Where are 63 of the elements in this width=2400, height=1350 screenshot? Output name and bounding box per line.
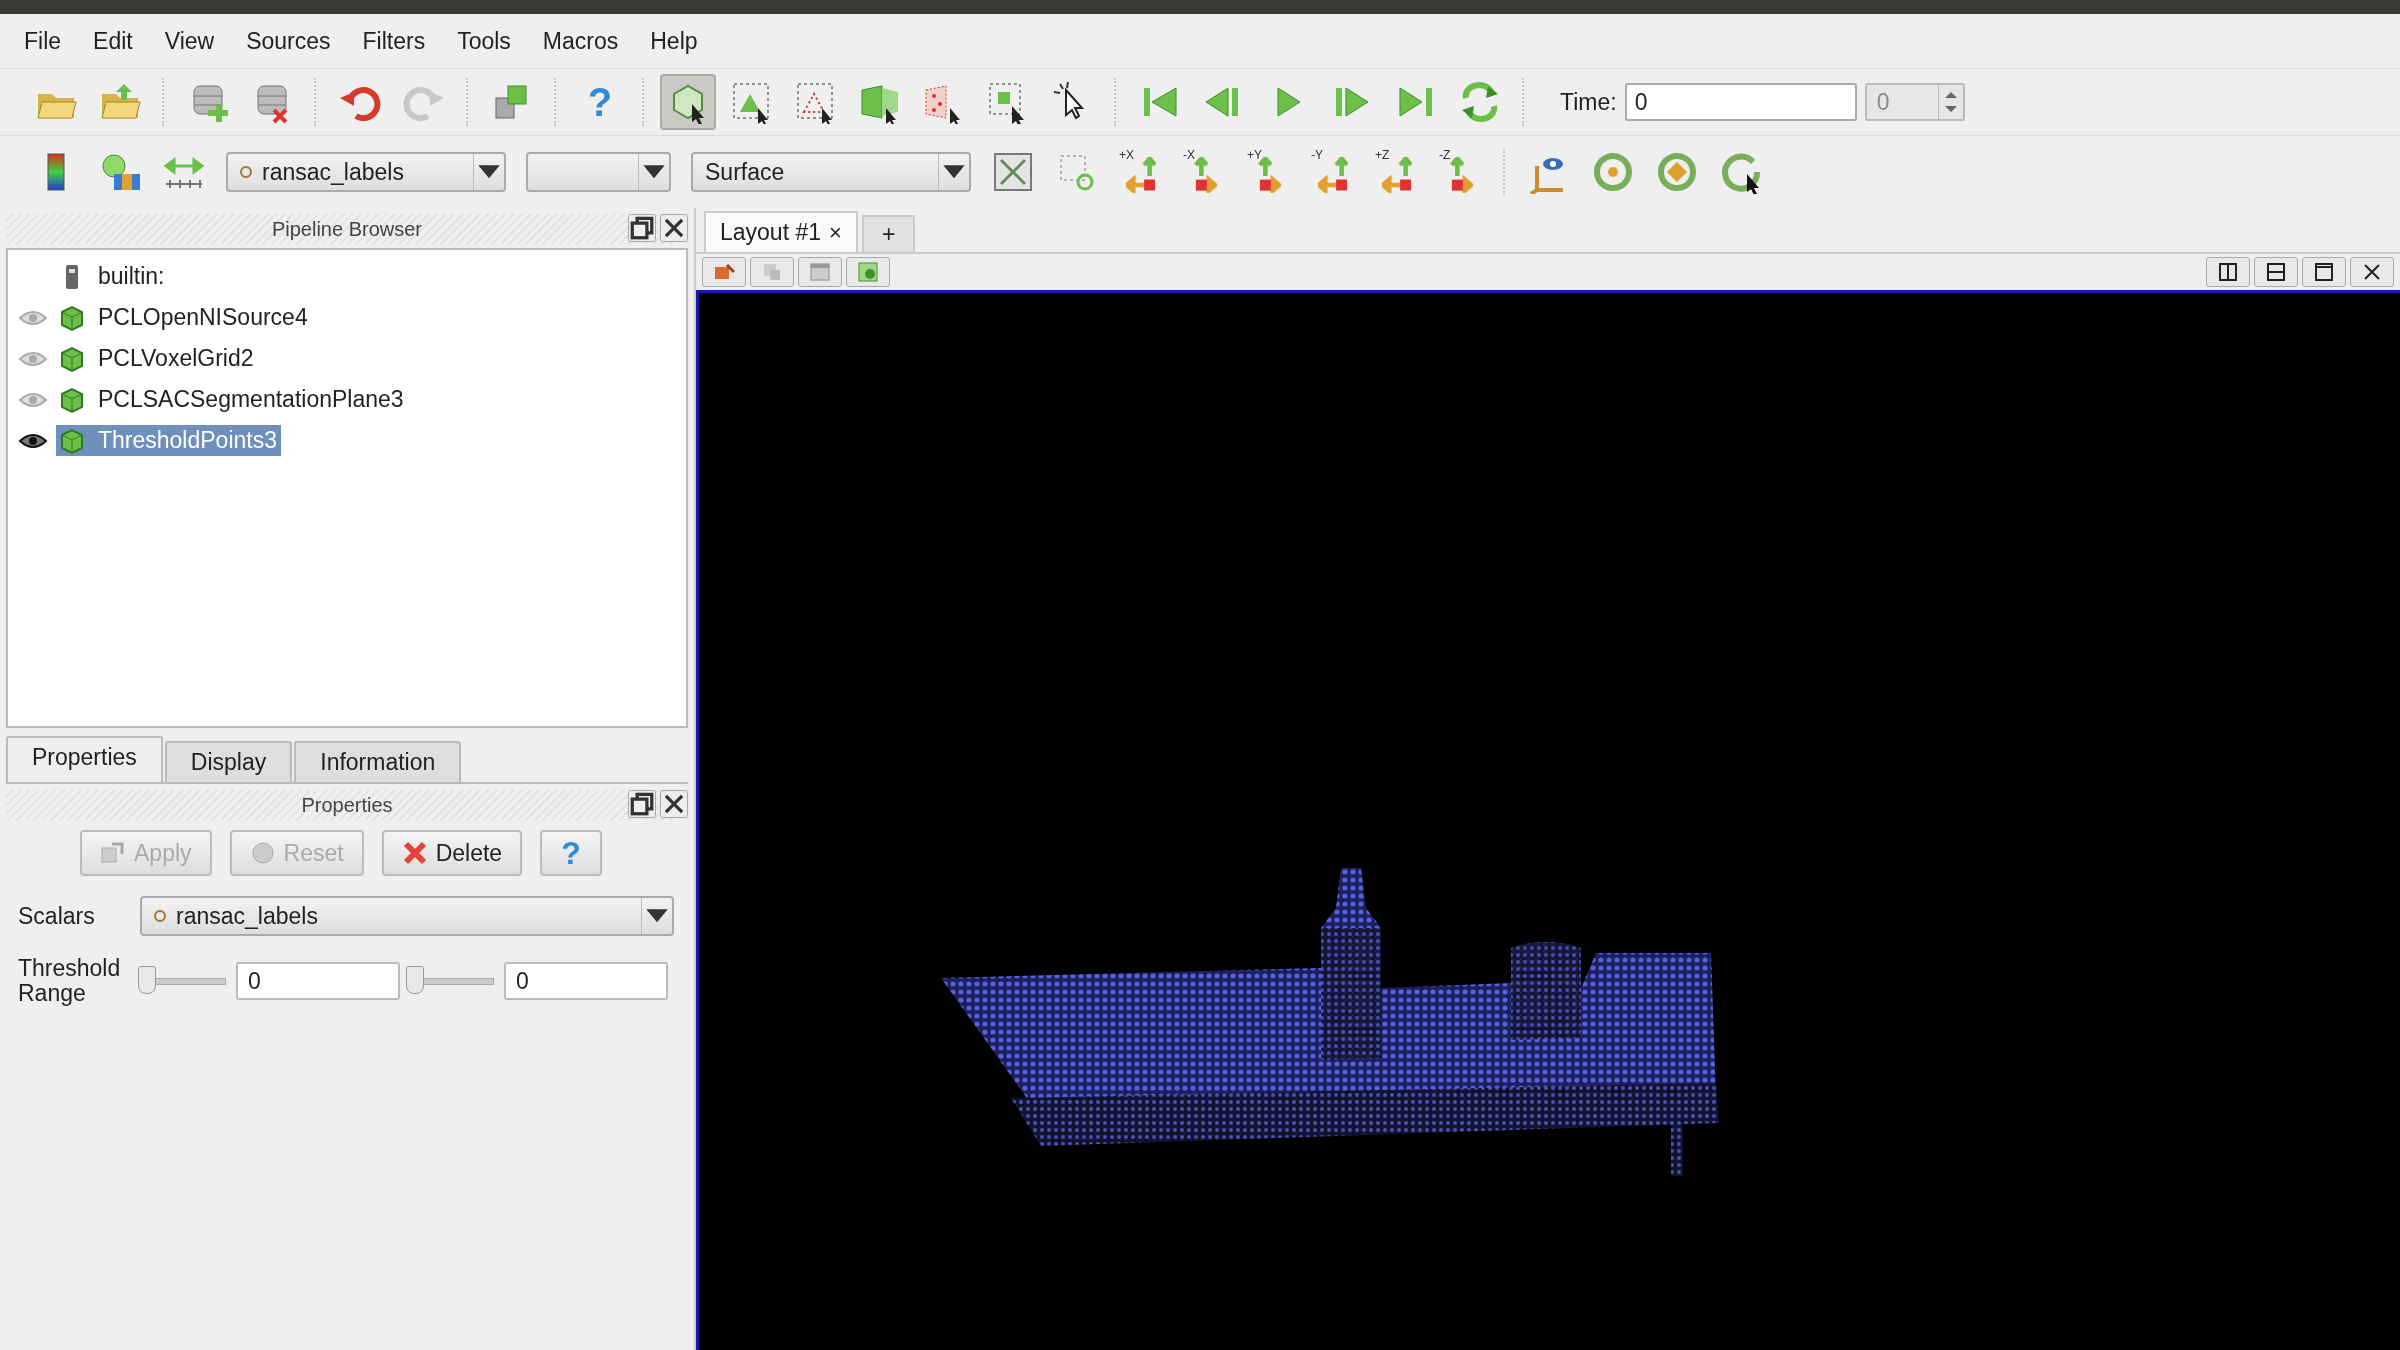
dot-icon: [154, 910, 166, 922]
input-field[interactable]: 0: [504, 962, 668, 1001]
cube-icon: [58, 426, 86, 455]
slider[interactable]: [138, 966, 226, 997]
toolbar-button[interactable]: [660, 74, 716, 130]
axis-arrows-icon: [1449, 157, 1473, 193]
menu-item[interactable]: Edit: [77, 21, 149, 61]
time-label: Time:: [1560, 88, 1617, 116]
tab[interactable]: Information: [294, 741, 462, 782]
tab[interactable]: Display: [164, 741, 293, 782]
new-tab-button[interactable]: +: [861, 215, 916, 252]
dropdown[interactable]: ransac_labels: [140, 896, 674, 936]
menu-item[interactable]: Filters: [346, 21, 442, 61]
axis-arrows-icon: [1126, 157, 1156, 193]
apply-icon: [100, 840, 126, 866]
view-direction-button[interactable]: -X: [1177, 144, 1233, 200]
float-icon[interactable]: [629, 791, 655, 817]
delete-button[interactable]: Delete: [381, 830, 523, 876]
cube-icon: [58, 344, 86, 373]
reset-camera-icon[interactable]: [991, 150, 1035, 194]
menu-item[interactable]: File: [8, 21, 78, 61]
view-direction-button[interactable]: +Z: [1369, 144, 1425, 200]
menu-item[interactable]: Help: [634, 21, 714, 61]
panel-title: Properties: [301, 793, 393, 817]
field-label: Scalars: [18, 902, 96, 930]
tree-item[interactable]: PCLSACSegmentationPlane3: [94, 384, 408, 415]
panel-title: Pipeline Browser: [271, 217, 423, 241]
time-field[interactable]: 0: [1624, 83, 1857, 121]
view-direction-button[interactable]: +Y: [1241, 144, 1297, 200]
slider-thumb[interactable]: [138, 966, 156, 995]
field-label: Threshold Range: [18, 956, 122, 1007]
dropdown[interactable]: [526, 152, 671, 192]
cube-icon: [58, 303, 86, 332]
window-icon[interactable]: [809, 261, 831, 283]
input-field[interactable]: 0: [236, 962, 400, 1001]
view-direction-button[interactable]: -Z: [1433, 144, 1489, 200]
menu-item[interactable]: Sources: [230, 21, 347, 61]
slider[interactable]: [406, 966, 494, 997]
tree-item[interactable]: builtin:: [94, 261, 169, 292]
eye-icon[interactable]: [18, 431, 48, 450]
menu-item[interactable]: Tools: [441, 21, 527, 61]
delete-icon: [401, 840, 428, 866]
slider-thumb[interactable]: [406, 966, 424, 995]
float-icon[interactable]: [629, 215, 655, 241]
axis-arrows-icon: [1382, 157, 1412, 193]
menu-item[interactable]: Macros: [526, 21, 635, 61]
cube-icon: [58, 385, 86, 414]
axis-arrows-icon: [1257, 157, 1281, 193]
tree-item[interactable]: PCLVoxelGrid2: [94, 343, 258, 374]
dropdown[interactable]: Surface: [691, 152, 971, 192]
view-direction-button[interactable]: +X: [1113, 144, 1169, 200]
split-horizontal-icon[interactable]: [2217, 261, 2239, 283]
axis-arrows-icon: [1193, 157, 1217, 193]
reset-icon: [249, 840, 276, 866]
view-direction-button[interactable]: -Y: [1305, 144, 1361, 200]
tab[interactable]: Layout #1 ×: [704, 211, 858, 252]
maximize-icon[interactable]: [2313, 261, 2335, 283]
split-vertical-icon[interactable]: [2265, 261, 2287, 283]
dropdown[interactable]: ransac_labels: [226, 152, 506, 192]
tab[interactable]: Properties: [6, 736, 163, 782]
axis-arrows-icon: [1318, 157, 1348, 193]
tree-item[interactable]: PCLOpenNISource4: [94, 302, 312, 333]
menu-item[interactable]: View: [148, 21, 231, 61]
